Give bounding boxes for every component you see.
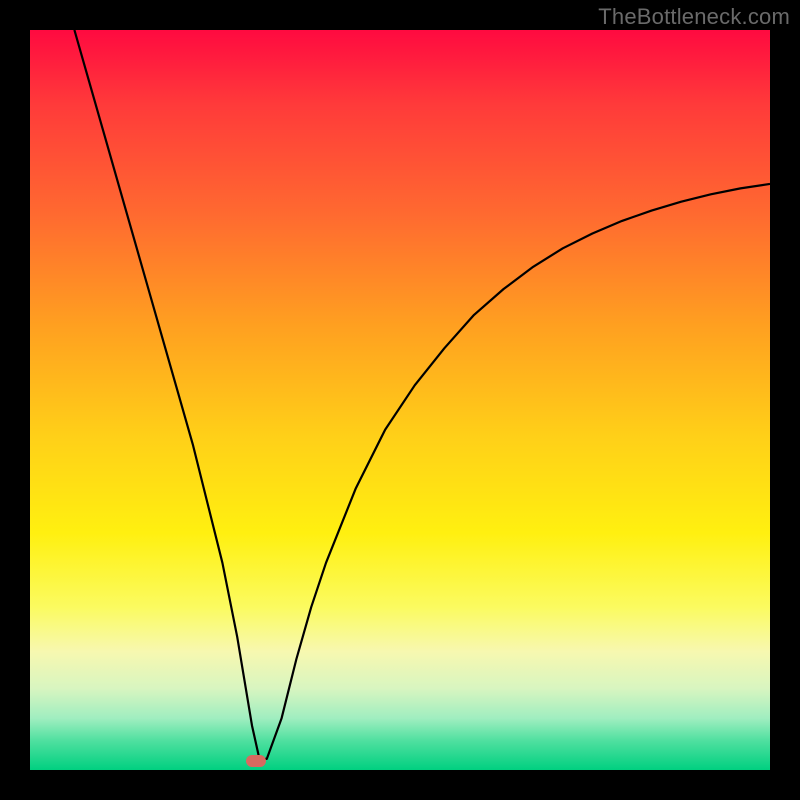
chart-frame: TheBottleneck.com: [0, 0, 800, 800]
bottleneck-curve-path: [74, 30, 770, 759]
plot-area: [30, 30, 770, 770]
curve-svg: [30, 30, 770, 770]
watermark-text: TheBottleneck.com: [598, 4, 790, 30]
optimum-marker: [246, 755, 266, 767]
